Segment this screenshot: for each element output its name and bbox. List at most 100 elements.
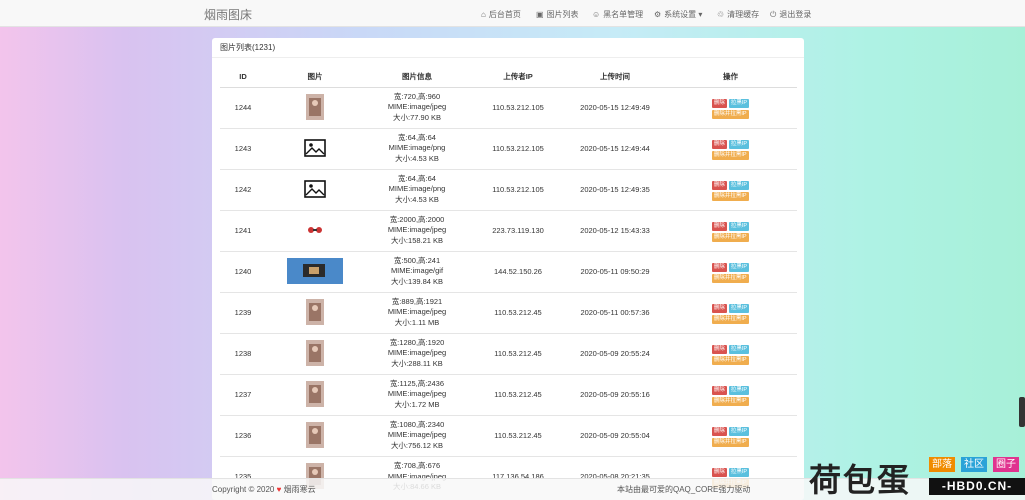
nav-item-label: 退出登录 bbox=[779, 10, 812, 19]
uploader-ip: 110.53.212.45 bbox=[470, 414, 566, 456]
image-info-mime: MIME:image/jpeg bbox=[387, 389, 447, 399]
image-cell bbox=[266, 209, 364, 251]
delete-button[interactable]: 删除 bbox=[711, 344, 727, 354]
image-thumbnail[interactable] bbox=[306, 380, 324, 409]
delete-and-block-button[interactable]: 删除并拉黑IP bbox=[711, 437, 749, 447]
block-ip-button[interactable]: 拉黑IP bbox=[728, 221, 750, 231]
delete-button[interactable]: 删除 bbox=[711, 426, 727, 436]
delete-button[interactable]: 删除 bbox=[711, 385, 727, 395]
image-thumbnail[interactable] bbox=[305, 223, 325, 239]
column-header: 操作 bbox=[664, 66, 797, 88]
side-scroll-tab[interactable] bbox=[1019, 397, 1025, 427]
delete-and-block-button[interactable]: 删除并拉黑IP bbox=[711, 109, 749, 119]
image-info-size: 宽:1280,高:1920 bbox=[389, 337, 445, 347]
image-id: 1238 bbox=[220, 332, 266, 374]
table-row: 1241 宽:2000,高:2000 MIME:image/jpeg 大小:158.2… bbox=[220, 209, 797, 251]
column-header: ID bbox=[220, 66, 266, 88]
uploader-ip: 144.52.150.26 bbox=[470, 250, 566, 292]
block-ip-button[interactable]: 拉黑IP bbox=[728, 344, 750, 354]
upload-time: 2020-05-09 20:55:16 bbox=[566, 373, 664, 415]
delete-button[interactable]: 删除 bbox=[711, 262, 727, 272]
actions-cell: 删除拉黑IP删除并拉黑IP bbox=[664, 414, 797, 456]
block-ip-button[interactable]: 拉黑IP bbox=[728, 98, 750, 108]
home-icon: ⌂ bbox=[481, 10, 486, 19]
block-ip-button[interactable]: 拉黑IP bbox=[728, 467, 750, 477]
delete-button[interactable]: 删除 bbox=[711, 180, 727, 190]
upload-time: 2020-05-15 12:49:44 bbox=[566, 127, 664, 169]
delete-and-block-button[interactable]: 删除并拉黑IP bbox=[711, 396, 749, 406]
brand-title[interactable]: 烟雨图床 bbox=[204, 6, 252, 23]
image-info: 宽:889,高:1921 MIME:image/jpeg 大小:1.11 MB bbox=[364, 291, 470, 333]
delete-and-block-button[interactable]: 删除并拉黑IP bbox=[711, 273, 749, 283]
uploader-ip: 110.53.212.105 bbox=[470, 86, 566, 128]
image-thumbnail[interactable] bbox=[304, 179, 326, 200]
image-cell bbox=[266, 373, 364, 415]
image-info-filesize: 大小:4.53 KB bbox=[395, 153, 439, 163]
image-info-mime: MIME:image/jpeg bbox=[387, 348, 447, 358]
image-cell bbox=[266, 168, 364, 210]
block-ip-button[interactable]: 拉黑IP bbox=[728, 262, 750, 272]
image-id: 1242 bbox=[220, 168, 266, 210]
block-ip-button[interactable]: 拉黑IP bbox=[728, 426, 750, 436]
uploader-ip: 110.53.212.45 bbox=[470, 291, 566, 333]
image-info-mime: MIME:image/jpeg bbox=[387, 307, 447, 317]
actions-cell: 删除拉黑IP删除并拉黑IP bbox=[664, 86, 797, 128]
delete-and-block-button[interactable]: 删除并拉黑IP bbox=[711, 314, 749, 324]
image-info: 宽:1280,高:1920 MIME:image/jpeg 大小:288.11 KB bbox=[364, 332, 470, 374]
image-thumbnail[interactable] bbox=[306, 93, 324, 122]
footer-powered: 本站由最可爱的QAQ_CORE强力驱动 bbox=[617, 485, 751, 494]
image-thumbnail[interactable] bbox=[287, 257, 343, 286]
image-info-size: 宽:708,高:676 bbox=[393, 461, 441, 470]
image-info-mime: MIME:image/gif bbox=[390, 266, 444, 276]
image-table: ID 图片 图片信息 上传者IP 上传时间 操作 1244 宽:720,高:960 MIME:… bbox=[220, 66, 797, 497]
image-cell bbox=[266, 414, 364, 456]
delete-and-block-button[interactable]: 删除并拉黑IP bbox=[711, 191, 749, 201]
image-info-size: 宽:500,高:241 bbox=[393, 255, 441, 265]
image-info-filesize: 大小:139.84 KB bbox=[390, 276, 444, 286]
delete-button[interactable]: 删除 bbox=[711, 467, 727, 477]
delete-and-block-button[interactable]: 删除并拉黑IP bbox=[711, 355, 749, 365]
watermark-logo: 荷包蛋 部落 社区 圈子 -HBD0.CN- bbox=[807, 455, 1025, 500]
image-info-filesize: 大小:288.11 KB bbox=[391, 358, 443, 368]
nav-item-4[interactable]: ♲ 清理缓存 bbox=[717, 9, 759, 20]
uploader-ip: 110.53.212.105 bbox=[470, 127, 566, 169]
delete-button[interactable]: 删除 bbox=[711, 98, 727, 108]
image-list-panel: 图片列表(1231) ID 图片 图片信息 上传者IP 上传时间 操作 1244 宽:720… bbox=[212, 38, 804, 500]
column-header: 图片 bbox=[266, 66, 364, 88]
image-thumbnail[interactable] bbox=[306, 298, 324, 327]
nav-item-5[interactable]: ⏻ 退出登录 bbox=[770, 9, 811, 20]
table-row: 1244 宽:720,高:960 MIME:image/jpeg 大小:77.90 K… bbox=[220, 86, 797, 128]
image-info-mime: MIME:image/jpeg bbox=[387, 102, 447, 112]
nav-item-1[interactable]: ▣ 图片列表 bbox=[536, 9, 579, 20]
image-id: 1236 bbox=[220, 414, 266, 456]
image-thumbnail[interactable] bbox=[304, 138, 326, 159]
block-ip-button[interactable]: 拉黑IP bbox=[728, 139, 750, 149]
nav-item-label: 系统设置 ▾ bbox=[664, 10, 703, 19]
owner-link[interactable]: 烟雨寒云 bbox=[284, 485, 316, 494]
image-id: 1239 bbox=[220, 291, 266, 333]
delete-button[interactable]: 删除 bbox=[711, 303, 727, 313]
uploader-ip: 223.73.119.130 bbox=[470, 209, 566, 251]
table-header-row: ID 图片 图片信息 上传者IP 上传时间 操作 bbox=[220, 66, 797, 88]
user-icon: ☺ bbox=[592, 10, 601, 19]
image-thumbnail[interactable] bbox=[306, 339, 324, 368]
upload-time: 2020-05-09 20:55:04 bbox=[566, 414, 664, 456]
image-info-mime: MIME:image/jpeg bbox=[387, 430, 447, 440]
watermark-sub-text: -HBD0.CN- bbox=[929, 478, 1025, 495]
nav-item-0[interactable]: ⌂ 后台首页 bbox=[481, 9, 521, 20]
image-thumbnail[interactable] bbox=[306, 421, 324, 450]
block-ip-button[interactable]: 拉黑IP bbox=[728, 180, 750, 190]
image-info-size: 宽:64,高:64 bbox=[398, 173, 436, 183]
delete-and-block-button[interactable]: 删除并拉黑IP bbox=[711, 150, 749, 160]
nav-item-3[interactable]: ⚙ 系统设置 ▾ bbox=[654, 9, 702, 20]
uploader-ip: 110.53.212.105 bbox=[470, 168, 566, 210]
block-ip-button[interactable]: 拉黑IP bbox=[728, 385, 750, 395]
delete-button[interactable]: 删除 bbox=[711, 221, 727, 231]
block-ip-button[interactable]: 拉黑IP bbox=[728, 303, 750, 313]
upload-time: 2020-05-11 00:57:36 bbox=[566, 291, 664, 333]
delete-and-block-button[interactable]: 删除并拉黑IP bbox=[711, 232, 749, 242]
uploader-ip: 110.53.212.45 bbox=[470, 373, 566, 415]
delete-button[interactable]: 删除 bbox=[711, 139, 727, 149]
nav-item-2[interactable]: ☺ 黑名单管理 bbox=[592, 9, 643, 20]
table-row: 1240 宽:500,高:241 MIME:image/gif 大小:139.84 K… bbox=[220, 250, 797, 292]
